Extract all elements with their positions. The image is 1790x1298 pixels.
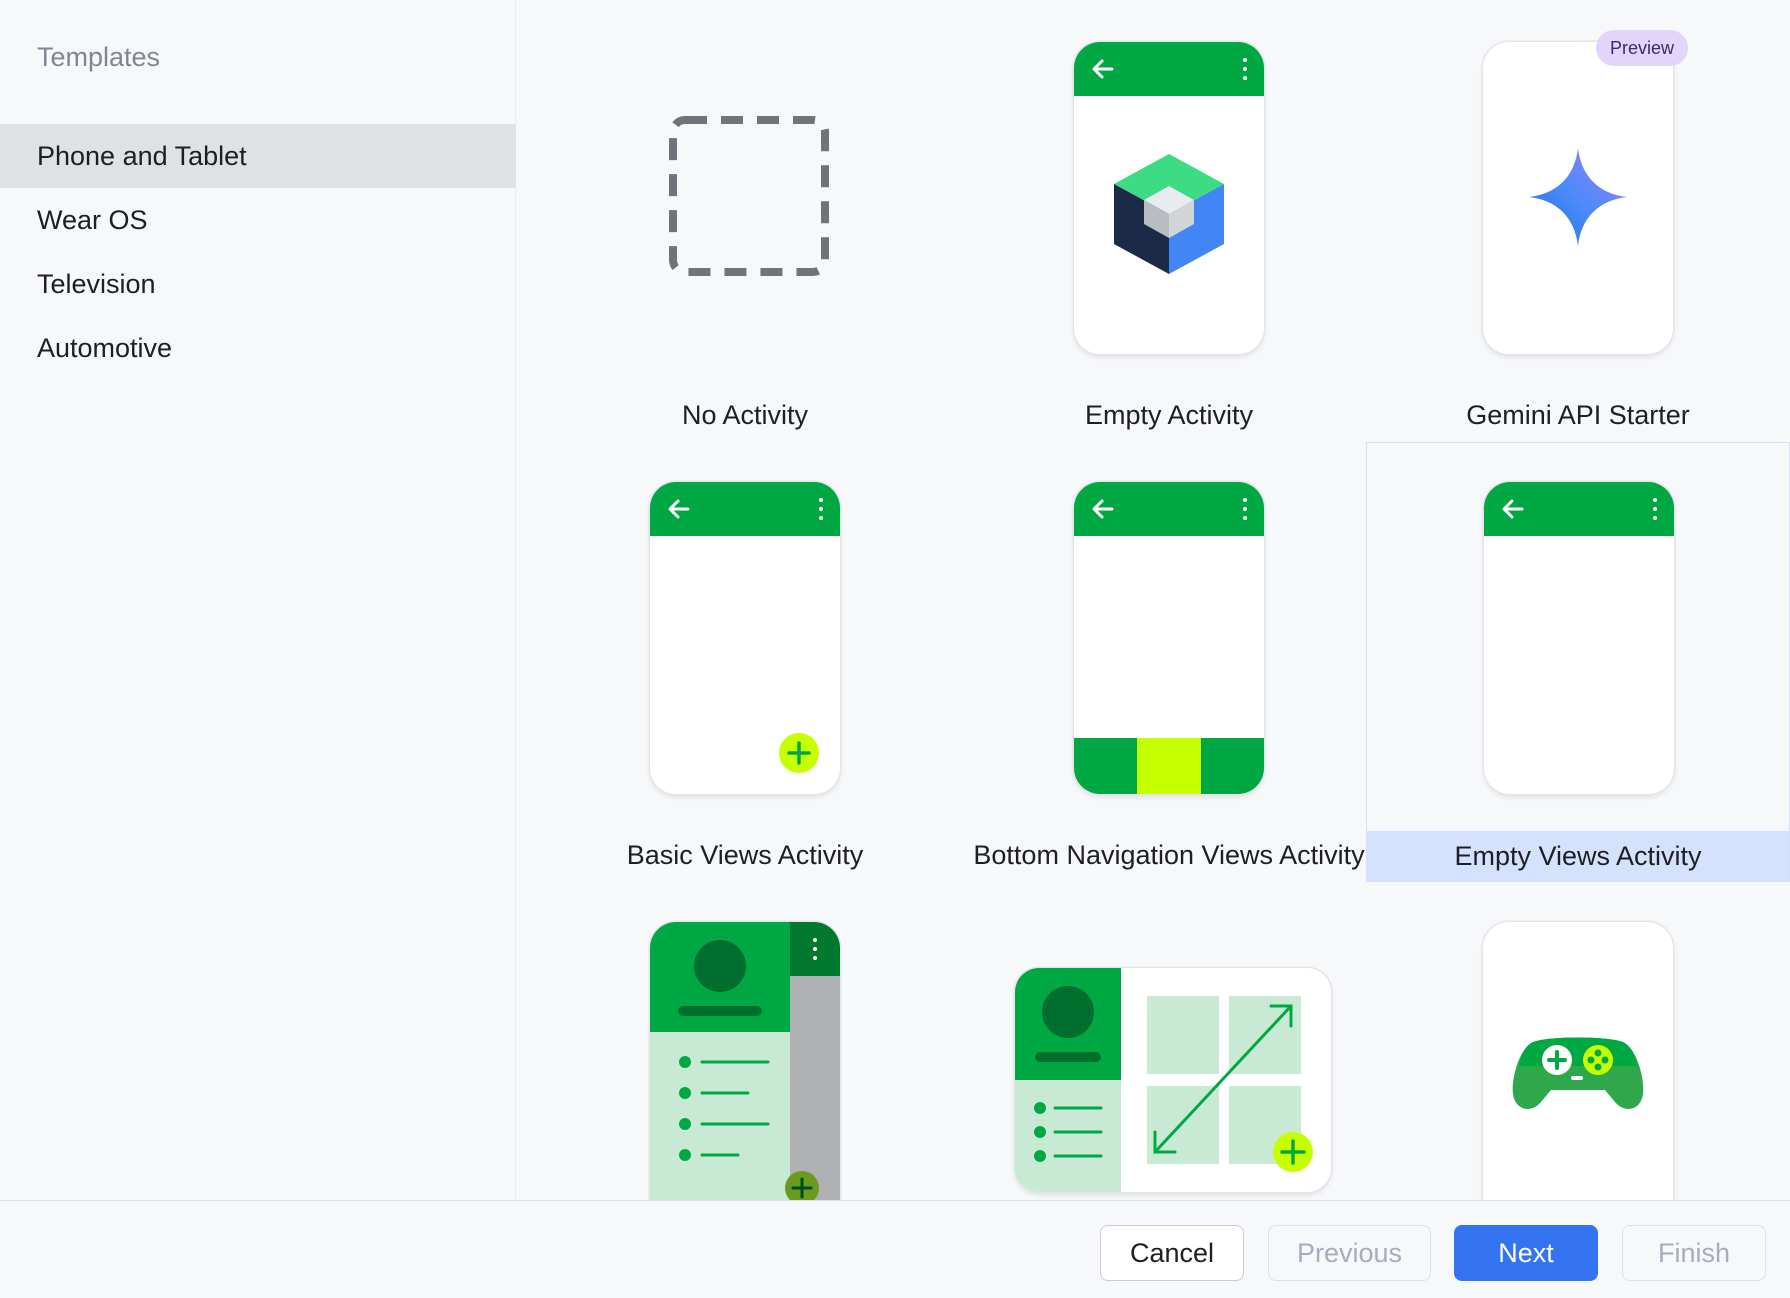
template-card-basic-views-activity[interactable]: Basic Views Activity [533,442,957,882]
cancel-button[interactable]: Cancel [1100,1225,1244,1281]
previous-button[interactable]: Previous [1268,1225,1431,1281]
preview-badge: Preview [1596,30,1689,66]
gemini-sparkle-icon [1529,148,1627,246]
template-card-empty-activity[interactable]: Empty Activity [957,0,1381,440]
back-arrow-icon [1502,499,1524,519]
template-label: Basic Views Activity [626,840,864,870]
phone-preview [1484,482,1674,794]
overflow-menu-icon [1243,498,1247,520]
list-pane [1015,1080,1121,1192]
list-lines-icon [1034,1102,1103,1162]
resize-grid-icon [1147,996,1313,1172]
template-card-game-activity[interactable] [1366,884,1790,1200]
back-arrow-icon [668,499,690,519]
fab-plus-icon [785,1171,819,1200]
drawer-header [650,922,790,1032]
compose-cube-icon [1114,154,1224,274]
tablet-preview [1015,968,1331,1192]
template-card-no-activity[interactable]: No Activity [533,0,957,440]
template-label: No Activity [681,400,809,430]
back-arrow-icon [1092,499,1114,519]
phone-preview [650,482,840,794]
next-button[interactable]: Next [1454,1225,1598,1281]
phone-preview [650,922,840,1200]
phone-preview [1483,922,1673,1200]
dialog-footer: Cancel Previous Next Finish [0,1200,1790,1298]
fab-plus-icon [779,733,819,773]
drawer-scrim [790,976,840,1200]
template-card-responsive-layout[interactable] [957,884,1381,1200]
overflow-menu-icon [1653,498,1657,520]
template-gallery: No Activity Empty Activity Preview Gemin… [517,0,1790,1200]
overflow-menu-icon [813,938,817,960]
avatar [1042,986,1094,1038]
template-label: Gemini API Starter [1466,400,1690,430]
sidebar-item-television[interactable]: Television [0,252,516,316]
bottom-nav-selected-item [1137,738,1201,794]
template-label: Empty Activity [1084,400,1254,430]
overflow-menu-icon [1243,58,1247,80]
template-label: Empty Views Activity [1367,831,1789,881]
list-pane-header [1015,968,1121,1080]
drawer-list [650,1032,790,1200]
template-card-bottom-navigation-views-activity[interactable]: Bottom Navigation Views Activity [957,442,1381,882]
phone-preview [1074,482,1264,794]
category-list: Phone and Tablet Wear OS Television Auto… [0,124,516,380]
list-lines-icon [679,1056,770,1161]
overflow-menu-icon [819,498,823,520]
phone-preview [1483,42,1673,354]
sidebar-item-automotive[interactable]: Automotive [0,316,516,380]
sidebar-title: Templates [37,42,161,72]
bottom-navigation-bar [1074,738,1264,794]
avatar [694,940,746,992]
game-controller-icon [1512,1037,1644,1109]
template-card-gemini-api-starter[interactable]: Preview Gemini API Starter [1366,0,1790,440]
sidebar-item-phone-and-tablet[interactable]: Phone and Tablet [0,124,516,188]
finish-button[interactable]: Finish [1622,1225,1766,1281]
template-label: Bottom Navigation Views Activity [973,840,1365,870]
template-card-empty-views-activity[interactable]: Empty Views Activity [1366,442,1790,882]
phone-preview [1074,42,1264,354]
back-arrow-icon [1092,59,1114,79]
dashed-square-icon [669,116,829,276]
template-card-navigation-drawer[interactable] [533,884,957,1200]
sidebar-item-wear-os[interactable]: Wear OS [0,188,516,252]
template-category-sidebar: Templates Phone and Tablet Wear OS Telev… [0,0,516,1200]
